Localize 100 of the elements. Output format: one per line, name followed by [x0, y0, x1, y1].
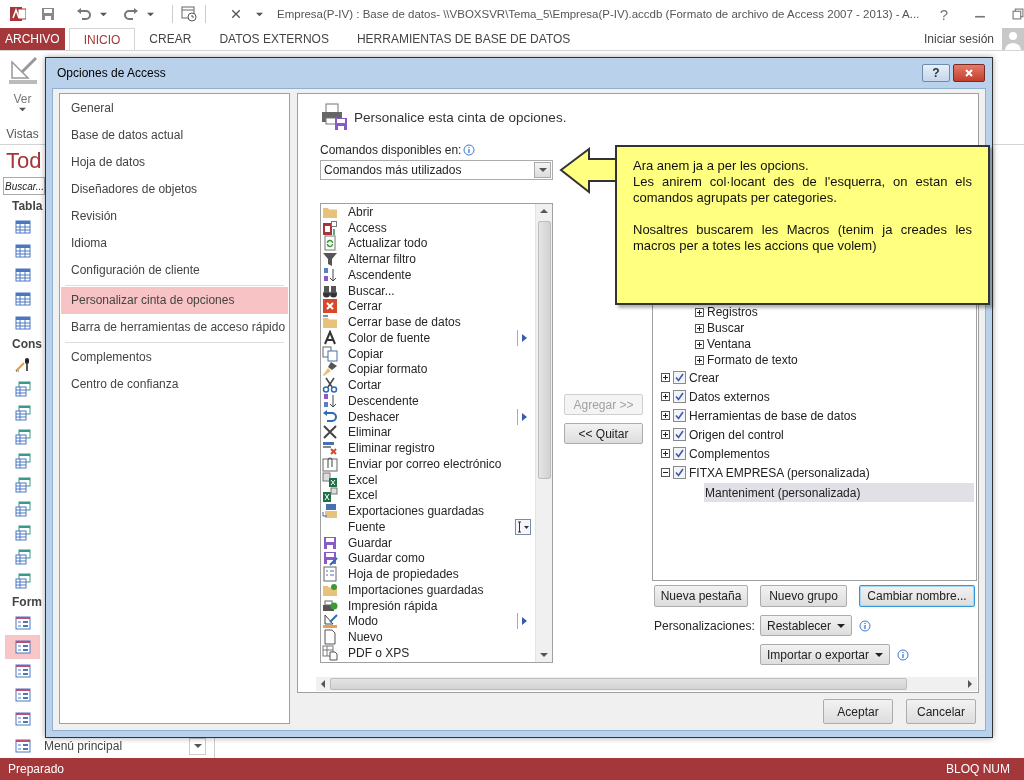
list-item[interactable]: Ascendente: [348, 267, 535, 282]
category-item[interactable]: Barra de herramientas de acceso rápido: [61, 314, 288, 341]
category-item[interactable]: Configuración de cliente: [61, 257, 288, 284]
caret-icon[interactable]: [19, 106, 26, 113]
font-box-icon[interactable]: [515, 518, 531, 535]
list-item[interactable]: Access: [348, 220, 535, 235]
list-item[interactable]: Enviar por correo electrónico: [348, 456, 535, 471]
list-item[interactable]: Nuevo: [348, 630, 535, 645]
list-item[interactable]: Fuente: [348, 519, 515, 534]
caret-icon[interactable]: [147, 10, 154, 18]
nav-item[interactable]: Menú principal: [0, 737, 214, 755]
action-button[interactable]: Nuevo grupo: [760, 585, 847, 607]
list-item[interactable]: Cerrar base de datos: [348, 315, 535, 330]
expand-icon[interactable]: [661, 373, 670, 382]
expand-icon[interactable]: [695, 307, 704, 317]
scroll-left-icon[interactable]: [320, 680, 326, 688]
view-button[interactable]: Ver: [13, 92, 32, 106]
category-item[interactable]: Diseñadores de objetos: [61, 176, 288, 203]
list-item[interactable]: Guardar: [348, 535, 535, 550]
list-item[interactable]: Copiar: [348, 346, 535, 361]
list-item[interactable]: Abrir: [348, 204, 535, 219]
list-item[interactable]: Guardar como: [348, 551, 535, 566]
save-icon[interactable]: [40, 6, 56, 22]
help-button[interactable]: ?: [922, 64, 950, 82]
category-item[interactable]: Hoja de datos: [61, 149, 288, 176]
list-item[interactable]: Exportaciones guardadas: [348, 504, 535, 519]
submenu-arrow[interactable]: [517, 408, 529, 425]
tree-item[interactable]: Datos externos: [689, 389, 770, 404]
dialog-button[interactable]: Aceptar: [823, 699, 893, 724]
list-item[interactable]: Modo: [348, 614, 517, 629]
action-button[interactable]: Cambiar nombre...: [859, 585, 975, 607]
ribbon-tab[interactable]: HERRAMIENTAS DE BASE DE DATOS: [342, 28, 585, 50]
info-icon[interactable]: [897, 648, 910, 661]
expand-icon[interactable]: [661, 392, 670, 401]
restore-icon[interactable]: [1012, 8, 1024, 20]
list-item[interactable]: Cerrar: [348, 299, 535, 314]
category-item[interactable]: Idioma: [61, 230, 288, 257]
remove-button[interactable]: << Quitar: [564, 423, 643, 444]
dropdown-button[interactable]: [189, 737, 206, 755]
checkbox[interactable]: [673, 409, 686, 422]
scroll-down-icon[interactable]: [540, 652, 548, 658]
checkbox[interactable]: [673, 371, 686, 384]
scroll-right-icon[interactable]: [967, 680, 973, 688]
ribbon-tab[interactable]: CREAR: [135, 28, 206, 50]
list-item[interactable]: Impresión rápida: [348, 598, 535, 613]
list-item[interactable]: Buscar...: [348, 283, 535, 298]
scrollbar[interactable]: [535, 204, 552, 662]
list-item[interactable]: PDF o XPS: [348, 645, 535, 660]
tree-item[interactable]: FITXA EMPRESA (personalizada): [689, 465, 870, 480]
dialog-button[interactable]: Cancelar: [906, 699, 976, 724]
collapse-icon[interactable]: [661, 468, 670, 477]
list-item[interactable]: Descendente: [348, 393, 535, 408]
expand-icon[interactable]: [695, 339, 704, 349]
category-item[interactable]: Personalizar cinta de opciones: [61, 287, 288, 314]
list-item[interactable]: Excel: [348, 472, 535, 487]
menu-button[interactable]: Importar o exportar: [760, 644, 891, 665]
list-item[interactable]: Eliminar: [348, 425, 535, 440]
scrollbar[interactable]: [316, 677, 977, 691]
tree-item[interactable]: Crear: [689, 370, 719, 385]
ribbon-tab[interactable]: DATOS EXTERNOS: [205, 28, 343, 50]
expand-icon[interactable]: [661, 411, 670, 420]
group-header[interactable]: Form: [0, 593, 44, 611]
category-item[interactable]: Base de datos actual: [61, 122, 288, 149]
category-item[interactable]: Complementos: [61, 344, 288, 371]
tree-item[interactable]: Buscar: [707, 321, 745, 335]
caret-icon[interactable]: [256, 10, 263, 18]
list-item[interactable]: Excel: [348, 488, 535, 503]
expand-icon[interactable]: [661, 449, 670, 458]
expand-icon[interactable]: [695, 323, 704, 333]
redo-icon[interactable]: [123, 6, 139, 22]
help-button[interactable]: ?: [939, 5, 948, 23]
nav-item[interactable]: [5, 635, 40, 659]
info-icon[interactable]: [859, 619, 872, 632]
expand-icon[interactable]: [661, 430, 670, 439]
checkbox[interactable]: [673, 447, 686, 460]
tree-item[interactable]: Registros: [707, 305, 758, 319]
checkbox[interactable]: [673, 466, 686, 479]
tree-item[interactable]: Formato de texto: [707, 353, 798, 367]
search-field[interactable]: Buscar...: [3, 177, 45, 195]
list-item[interactable]: Alternar filtro: [348, 252, 535, 267]
submenu-arrow[interactable]: [517, 329, 529, 346]
list-item[interactable]: Color de fuente: [348, 330, 517, 345]
selected-row[interactable]: Manteniment (personalizada): [704, 483, 974, 502]
group-header[interactable]: Cons: [0, 335, 44, 353]
list-item[interactable]: Copiar formato: [348, 362, 535, 377]
tree-item[interactable]: Origen del control: [689, 427, 784, 442]
caret-icon[interactable]: [100, 10, 107, 18]
expand-icon[interactable]: [695, 355, 704, 365]
list-item[interactable]: Importaciones guardadas: [348, 582, 535, 597]
file-tab[interactable]: ARCHIVO: [0, 28, 65, 50]
submenu-arrow[interactable]: [517, 613, 529, 630]
category-item[interactable]: Centro de confianza: [61, 371, 288, 398]
ruler-pencil-icon[interactable]: [7, 56, 38, 86]
close-icon[interactable]: [230, 8, 242, 20]
checkbox[interactable]: [673, 428, 686, 441]
undo-icon[interactable]: [76, 6, 92, 22]
category-item[interactable]: Revisión: [61, 203, 288, 230]
ribbon-tab[interactable]: INICIO: [68, 28, 136, 50]
menu-button[interactable]: Restablecer: [760, 615, 853, 636]
group-header[interactable]: Tabla: [0, 197, 44, 215]
